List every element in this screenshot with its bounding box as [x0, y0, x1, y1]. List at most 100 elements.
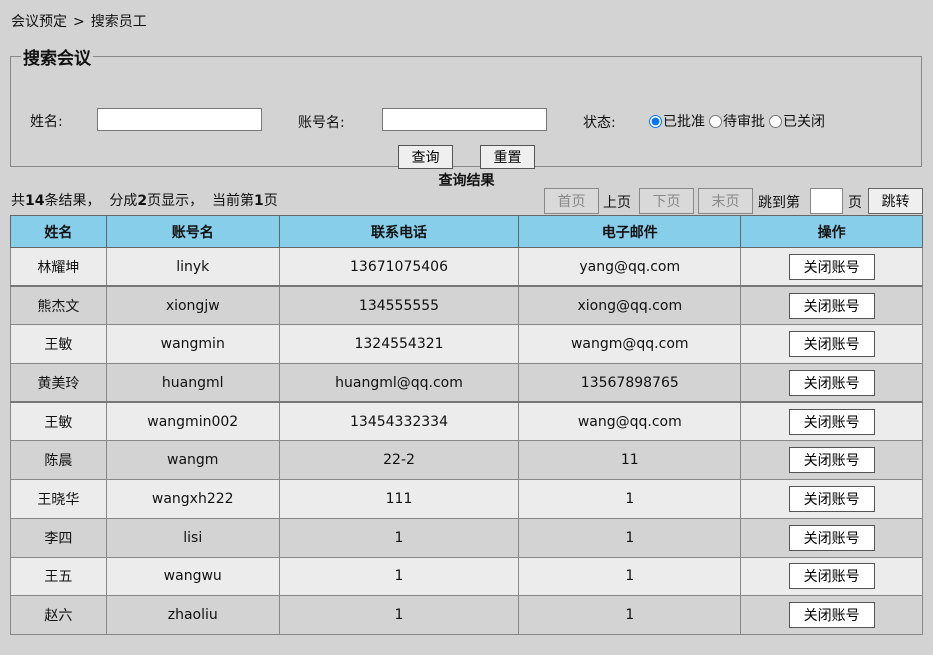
table-row: 赵六 zhaoliu 1 1 关闭账号: [10, 595, 923, 635]
summary-suffix: 页: [263, 193, 278, 209]
cell-name: 陈晨: [10, 440, 107, 481]
column-header-action: 操作: [740, 215, 923, 248]
close-account-button[interactable]: 关闭账号: [788, 369, 875, 396]
cell-name: 李四: [10, 517, 107, 558]
jump-suffix: 页: [848, 195, 862, 211]
cell-action: 关闭账号: [740, 324, 923, 365]
jump-button[interactable]: 跳转: [868, 188, 923, 214]
cell-account: wangm: [105, 440, 280, 481]
close-account-button[interactable]: 关闭账号: [788, 447, 875, 474]
table-row: 林耀坤 linyk 13671075406 yang@qq.com 关闭账号: [10, 247, 923, 287]
status-radio-group: 已批准 待审批 已关闭: [649, 111, 829, 131]
cell-account: wangmin: [105, 324, 280, 365]
table-row: 王敏 wangmin 1324554321 wangm@qq.com 关闭账号: [10, 324, 923, 365]
results-table: 姓名 账号名 联系电话 电子邮件 操作 林耀坤 linyk 1367107540…: [10, 215, 923, 635]
cell-action: 关闭账号: [740, 595, 923, 635]
cell-account: linyk: [105, 247, 280, 287]
summary-total: 14: [25, 193, 45, 209]
cell-phone: 111: [278, 479, 520, 519]
column-header-account: 账号名: [105, 215, 280, 248]
column-header-phone: 联系电话: [278, 215, 520, 248]
column-header-name: 姓名: [10, 215, 107, 248]
cell-account: zhaoliu: [105, 595, 280, 635]
breadcrumb-parent[interactable]: 会议预定: [11, 14, 67, 30]
cell-name: 林耀坤: [10, 247, 107, 287]
cell-name: 黄美玲: [10, 363, 107, 403]
close-account-button[interactable]: 关闭账号: [788, 253, 875, 280]
cell-account: lisi: [105, 517, 280, 558]
status-option-pending[interactable]: 待审批: [709, 111, 765, 131]
cell-account: huangml: [105, 363, 280, 403]
jump-prefix: 跳到第: [758, 195, 800, 211]
cell-action: 关闭账号: [740, 363, 923, 403]
cell-account: wangmin002: [105, 401, 280, 442]
name-label: 姓名:: [30, 114, 63, 130]
cell-email: 1: [518, 517, 742, 558]
cell-account: wangwu: [105, 556, 280, 597]
cell-email: xiong@qq.com: [518, 285, 742, 326]
breadcrumb-separator: >: [73, 14, 85, 30]
close-account-button[interactable]: 关闭账号: [788, 485, 875, 512]
first-page-button[interactable]: 首页: [544, 188, 599, 214]
summary-text: 页显示， 当前第: [147, 193, 255, 209]
cell-phone: huangml@qq.com: [278, 363, 520, 403]
table-row: 王五 wangwu 1 1 关闭账号: [10, 556, 923, 597]
reset-button[interactable]: 重置: [480, 145, 535, 169]
status-option-label: 待审批: [723, 114, 765, 130]
next-page-button[interactable]: 下页: [639, 188, 694, 214]
cell-name: 赵六: [10, 595, 107, 635]
table-row: 熊杰文 xiongjw 134555555 xiong@qq.com 关闭账号: [10, 285, 923, 326]
close-account-button[interactable]: 关闭账号: [788, 331, 875, 358]
close-account-button[interactable]: 关闭账号: [788, 602, 875, 629]
status-radio-closed[interactable]: [769, 114, 782, 128]
cell-action: 关闭账号: [740, 401, 923, 442]
cell-email: 1: [518, 595, 742, 635]
cell-name: 王五: [10, 556, 107, 597]
cell-phone: 134555555: [278, 285, 520, 326]
table-row: 陈晨 wangm 22-2 11 关闭账号: [10, 440, 923, 481]
close-account-button[interactable]: 关闭账号: [788, 563, 875, 590]
status-option-label: 已关闭: [783, 114, 825, 130]
cell-action: 关闭账号: [740, 556, 923, 597]
account-input[interactable]: [382, 108, 547, 131]
cell-phone: 13671075406: [278, 247, 520, 287]
close-account-button[interactable]: 关闭账号: [788, 292, 875, 319]
cell-email: 1: [518, 556, 742, 597]
cell-account: wangxh222: [105, 479, 280, 519]
cell-phone: 1324554321: [278, 324, 520, 365]
table-row: 王晓华 wangxh222 111 1 关闭账号: [10, 479, 923, 519]
cell-phone: 1: [278, 595, 520, 635]
table-header-row: 姓名 账号名 联系电话 电子邮件 操作: [10, 215, 923, 248]
close-account-button[interactable]: 关闭账号: [788, 408, 875, 435]
cell-name: 王敏: [10, 324, 107, 365]
status-option-label: 已批准: [663, 114, 705, 130]
close-account-button[interactable]: 关闭账号: [788, 524, 875, 551]
name-input[interactable]: [97, 108, 262, 131]
cell-email: 13567898765: [518, 363, 742, 403]
cell-phone: 13454332334: [278, 401, 520, 442]
cell-action: 关闭账号: [740, 247, 923, 287]
summary-text: 条结果， 分成: [44, 193, 138, 209]
cell-email: wang@qq.com: [518, 401, 742, 442]
results-title: 查询结果: [438, 173, 495, 189]
search-legend: 搜索会议: [23, 49, 91, 69]
cell-email: yang@qq.com: [518, 247, 742, 287]
search-panel: 搜索会议 姓名: 账号名: 状态: 已批准 待审批 已关闭 查询 重置: [10, 44, 922, 169]
jump-page-input[interactable]: [810, 188, 843, 214]
breadcrumb-current: 搜索员工: [90, 14, 147, 30]
status-radio-pending[interactable]: [709, 114, 722, 128]
prev-page-link[interactable]: 上页: [603, 192, 631, 212]
cell-phone: 22-2: [278, 440, 520, 481]
status-option-approved[interactable]: 已批准: [649, 111, 705, 131]
last-page-button[interactable]: 末页: [698, 188, 753, 214]
table-row: 李四 lisi 1 1 关闭账号: [10, 517, 923, 558]
results-summary: 共14条结果， 分成2页显示， 当前第1页: [11, 190, 278, 210]
status-option-closed[interactable]: 已关闭: [769, 111, 825, 131]
status-label: 状态:: [583, 115, 616, 131]
column-header-email: 电子邮件: [518, 215, 742, 248]
cell-email: wangm@qq.com: [518, 324, 742, 365]
table-body: 林耀坤 linyk 13671075406 yang@qq.com 关闭账号 熊…: [10, 247, 923, 635]
status-radio-approved[interactable]: [649, 114, 662, 128]
cell-email: 1: [518, 479, 742, 519]
query-button[interactable]: 查询: [398, 145, 453, 169]
